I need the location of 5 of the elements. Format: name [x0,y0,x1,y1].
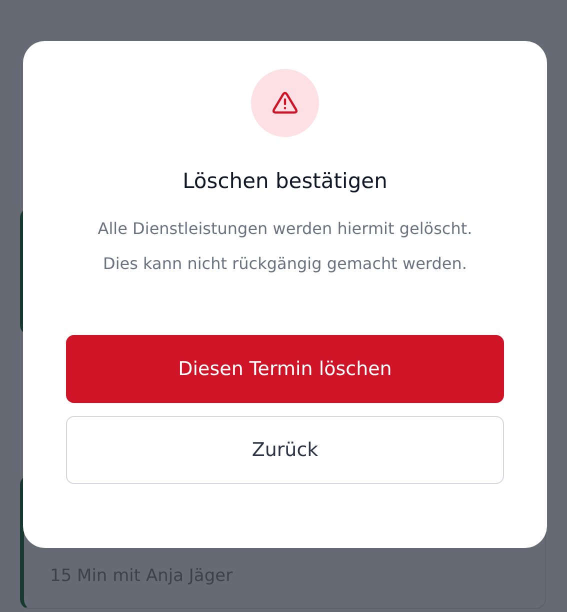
warning-icon [272,91,298,115]
dialog-title: Löschen bestätigen [182,169,388,193]
dialog-message: Alle Dienstleistungen werden hiermit gelöscht. Dies kann nicht rückgängig gemacht werden. [98,218,472,275]
delete-button[interactable]: Diesen Termin löschen [66,335,504,403]
back-button[interactable]: Zurück [66,416,504,484]
